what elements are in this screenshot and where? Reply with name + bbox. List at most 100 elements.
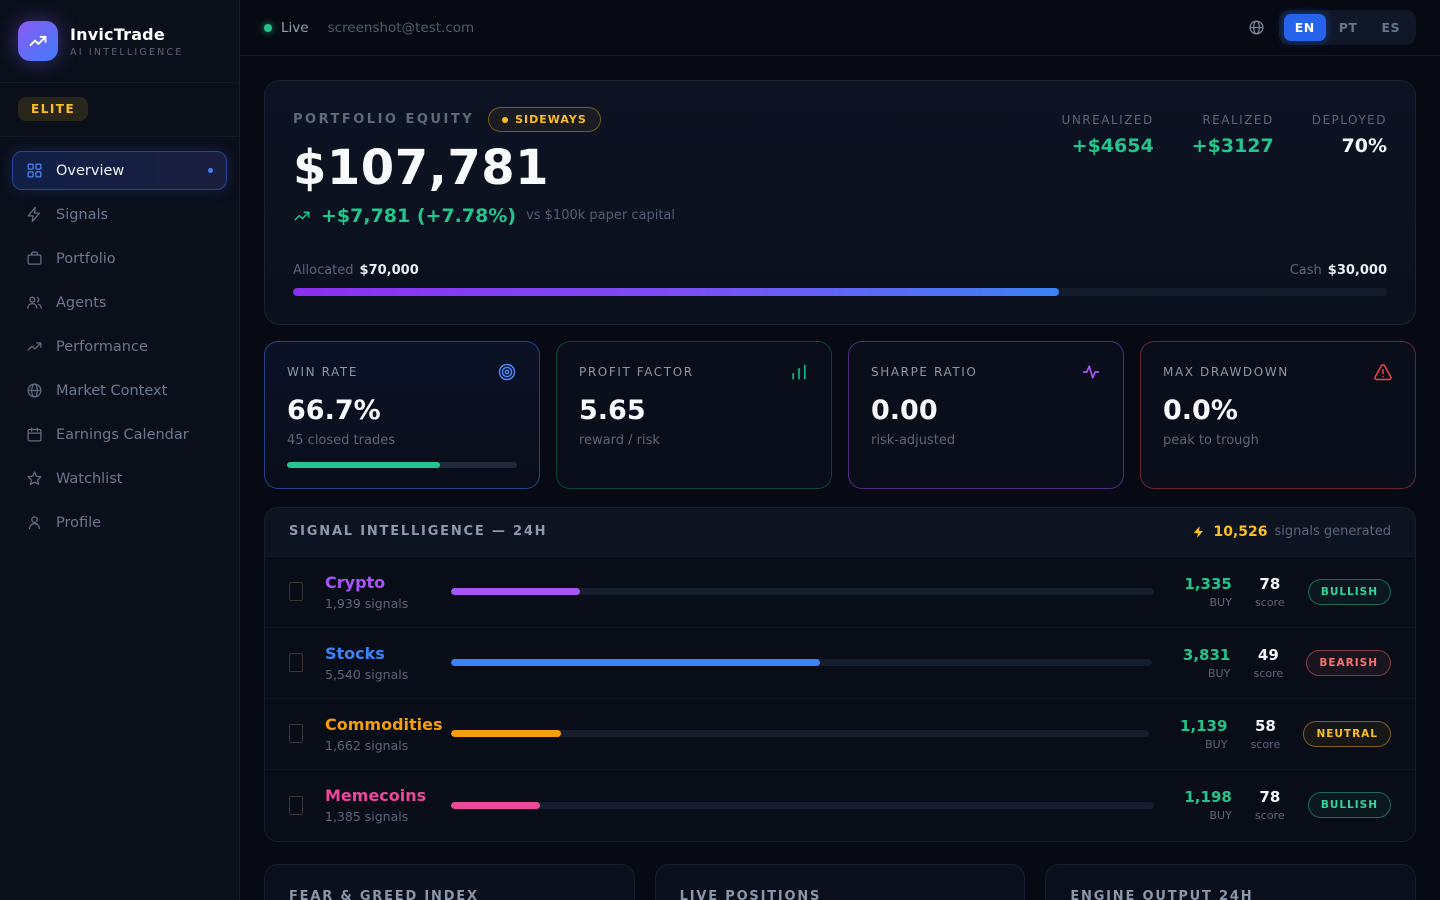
language-button-pt[interactable]: PT bbox=[1328, 14, 1369, 41]
signal-intelligence-title: SIGNAL INTELLIGENCE — 24H bbox=[289, 524, 547, 539]
engine-output-card: ENGINE OUTPUT 24H bbox=[1045, 864, 1416, 900]
unrealized-label: UNREALIZED bbox=[1062, 113, 1154, 127]
alert-triangle-icon bbox=[1373, 362, 1393, 382]
unrealized-stat: UNREALIZED +$4654 bbox=[1062, 113, 1154, 157]
language-button-es[interactable]: ES bbox=[1370, 14, 1411, 41]
asset-name: Memecoins bbox=[325, 786, 437, 805]
asset-name: Crypto bbox=[325, 573, 437, 592]
sidebar-item-label: Profile bbox=[56, 515, 101, 531]
sharpe-ratio-sub: risk-adjusted bbox=[871, 433, 1101, 448]
buy-label: BUY bbox=[1176, 667, 1230, 680]
topbar-controls: EN PT ES bbox=[1248, 10, 1416, 45]
grid-icon bbox=[26, 162, 43, 179]
sidebar-item-label: Overview bbox=[56, 163, 124, 179]
live-label: Live bbox=[281, 20, 309, 36]
sidebar-item-profile[interactable]: Profile bbox=[12, 503, 227, 542]
asset-signal-count: 5,540 signals bbox=[325, 667, 437, 682]
buy-metric: 1,139 BUY bbox=[1173, 717, 1227, 751]
asset-metrics: 1,335 BUY 78 score BULLISH bbox=[1178, 575, 1391, 609]
max-drawdown-sub: peak to trough bbox=[1163, 433, 1393, 448]
cash-label: Cash bbox=[1290, 263, 1322, 278]
signal-row-memecoins[interactable]: Memecoins 1,385 signals 1,198 BUY 78 sco… bbox=[265, 770, 1415, 841]
sidebar-item-agents[interactable]: Agents bbox=[12, 283, 227, 322]
brand-text: InvicTrade AI INTELLIGENCE bbox=[70, 25, 184, 58]
language-globe-icon bbox=[1248, 19, 1265, 36]
signal-share-track bbox=[451, 730, 1149, 737]
sidebar: InvicTrade AI INTELLIGENCE ELITE Overvie… bbox=[0, 0, 240, 900]
buy-label: BUY bbox=[1173, 738, 1227, 751]
win-rate-card: WIN RATE 66.7% 45 closed trades bbox=[264, 341, 540, 489]
calendar-icon bbox=[26, 426, 43, 443]
asset-icon-placeholder bbox=[289, 582, 303, 601]
profit-factor-card: PROFIT FACTOR 5.65 reward / risk bbox=[556, 341, 832, 489]
unrealized-value: +$4654 bbox=[1062, 135, 1154, 157]
asset-name-block: Commodities 1,662 signals bbox=[325, 715, 437, 753]
asset-signal-count: 1,939 signals bbox=[325, 596, 437, 611]
allocation-section: Allocated$70,000 Cash$30,000 bbox=[293, 263, 1387, 296]
signals-generated-suffix: signals generated bbox=[1274, 524, 1391, 539]
sidebar-item-portfolio[interactable]: Portfolio bbox=[12, 239, 227, 278]
sidebar-item-signals[interactable]: Signals bbox=[12, 195, 227, 234]
asset-name: Stocks bbox=[325, 644, 437, 663]
asset-icon-placeholder bbox=[289, 653, 303, 672]
portfolio-equity-card: PORTFOLIO EQUITY SIDEWAYS $107,781 +$7,7… bbox=[264, 80, 1416, 325]
language-button-en[interactable]: EN bbox=[1284, 14, 1326, 41]
lightning-bolt-icon bbox=[1192, 525, 1206, 539]
max-drawdown-label: MAX DRAWDOWN bbox=[1163, 365, 1289, 379]
signal-row-commodities[interactable]: Commodities 1,662 signals 1,139 BUY 58 s… bbox=[265, 699, 1415, 770]
allocation-progress-track bbox=[293, 288, 1387, 296]
equity-value: $107,781 bbox=[293, 142, 675, 195]
user-icon bbox=[26, 514, 43, 531]
signal-share-fill bbox=[451, 730, 561, 737]
live-positions-title: LIVE POSITIONS bbox=[680, 889, 1001, 900]
sentiment-badge: BULLISH bbox=[1308, 792, 1391, 818]
asset-icon-placeholder bbox=[289, 796, 303, 815]
sidebar-item-performance[interactable]: Performance bbox=[12, 327, 227, 366]
realized-stat: REALIZED +$3127 bbox=[1192, 113, 1274, 157]
asset-name-block: Stocks 5,540 signals bbox=[325, 644, 437, 682]
fear-greed-index-card: FEAR & GREED INDEX bbox=[264, 864, 635, 900]
sidebar-item-label: Watchlist bbox=[56, 471, 122, 487]
equity-change-note: vs $100k paper capital bbox=[526, 208, 675, 223]
signal-share-fill bbox=[451, 659, 820, 666]
signal-row-stocks[interactable]: Stocks 5,540 signals 3,831 BUY 49 score bbox=[265, 628, 1415, 699]
realized-value: +$3127 bbox=[1192, 135, 1274, 157]
asset-name-block: Memecoins 1,385 signals bbox=[325, 786, 437, 824]
score-metric: 49 score bbox=[1250, 646, 1286, 680]
signals-generated-count: 10,526 bbox=[1213, 524, 1267, 540]
signal-share-track bbox=[451, 659, 1152, 666]
sidebar-item-label: Agents bbox=[56, 295, 106, 311]
buy-metric: 3,831 BUY bbox=[1176, 646, 1230, 680]
profit-factor-label: PROFIT FACTOR bbox=[579, 365, 694, 379]
buy-label: BUY bbox=[1178, 809, 1232, 822]
sidebar-item-watchlist[interactable]: Watchlist bbox=[12, 459, 227, 498]
max-drawdown-card: MAX DRAWDOWN 0.0% peak to trough bbox=[1140, 341, 1416, 489]
asset-name-block: Crypto 1,939 signals bbox=[325, 573, 437, 611]
sidebar-item-overview[interactable]: Overview bbox=[12, 151, 227, 190]
asset-icon-placeholder bbox=[289, 724, 303, 743]
score-value: 58 bbox=[1247, 717, 1283, 735]
sharpe-ratio-card: SHARPE RATIO 0.00 risk-adjusted bbox=[848, 341, 1124, 489]
bar-chart-icon bbox=[789, 362, 809, 382]
sentiment-badge: BULLISH bbox=[1308, 579, 1391, 605]
win-rate-value: 66.7% bbox=[287, 395, 517, 426]
users-icon bbox=[26, 294, 43, 311]
sidebar-item-label: Performance bbox=[56, 339, 148, 355]
bottom-cards-row: FEAR & GREED INDEX LIVE POSITIONS ENGINE… bbox=[264, 864, 1416, 900]
score-value: 49 bbox=[1250, 646, 1286, 664]
trending-up-icon bbox=[26, 338, 43, 355]
main-area: Live screenshot@test.com EN PT ES PORTFO… bbox=[240, 0, 1440, 900]
score-label: score bbox=[1247, 738, 1283, 751]
activity-pulse-icon bbox=[1081, 362, 1101, 382]
signal-row-crypto[interactable]: Crypto 1,939 signals 1,335 BUY 78 score bbox=[265, 557, 1415, 628]
brand-tagline: AI INTELLIGENCE bbox=[70, 47, 184, 58]
deployed-value: 70% bbox=[1312, 135, 1387, 157]
cash-value: $30,000 bbox=[1328, 263, 1387, 278]
elite-plan-badge: ELITE bbox=[18, 97, 88, 121]
sidebar-item-earnings-calendar[interactable]: Earnings Calendar bbox=[12, 415, 227, 454]
buy-metric: 1,335 BUY bbox=[1178, 575, 1232, 609]
sidebar-item-market-context[interactable]: Market Context bbox=[12, 371, 227, 410]
max-drawdown-value: 0.0% bbox=[1163, 395, 1393, 426]
score-value: 78 bbox=[1252, 788, 1288, 806]
live-positions-card: LIVE POSITIONS bbox=[655, 864, 1026, 900]
